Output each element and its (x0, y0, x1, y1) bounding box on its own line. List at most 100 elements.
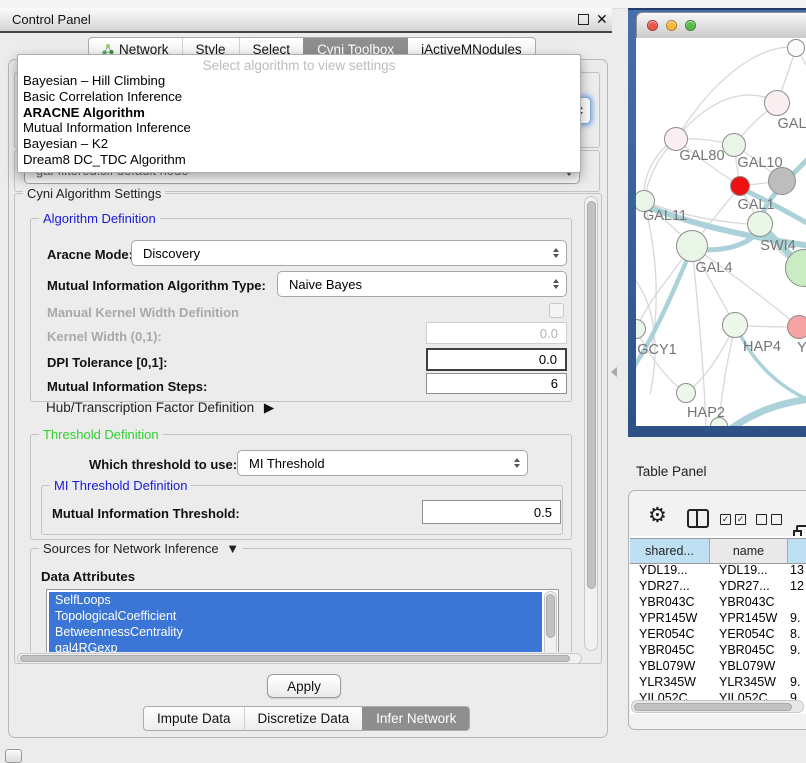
data-attribute-item[interactable]: BetweennessCentrality (49, 624, 542, 640)
mi-steps-label: Mutual Information Steps: (47, 379, 207, 394)
mini-panel-icon[interactable] (5, 749, 22, 763)
tab-label: Infer Network (376, 711, 456, 726)
close-button[interactable] (647, 20, 658, 31)
network-node[interactable] (676, 383, 696, 403)
expand-right-icon: ▶ (264, 400, 274, 415)
network-node[interactable] (730, 176, 750, 196)
dpi-tolerance-field[interactable]: 0.0 (426, 348, 567, 371)
apply-button[interactable]: Apply (267, 674, 341, 698)
table-cell: 8. (788, 627, 806, 641)
algorithm-option[interactable]: Bayesian – K2 (18, 136, 580, 152)
data-attribute-item[interactable]: TopologicalCoefficient (49, 608, 542, 624)
sources-title[interactable]: Sources for Network Inference ▼ (39, 541, 243, 556)
algorithm-option[interactable]: ARACNE Algorithm (18, 105, 580, 121)
kernel-width-field[interactable]: 0.0 (426, 322, 567, 344)
network-node[interactable] (636, 319, 646, 339)
table-cell: 12 (788, 579, 806, 593)
sources-group: Sources for Network Inference ▼ Data Att… (30, 548, 572, 652)
network-node[interactable] (787, 315, 806, 339)
network-window-titlebar[interactable] (636, 12, 806, 40)
network-node[interactable] (785, 249, 806, 287)
combo-stepper-icon (553, 241, 559, 265)
table-cell: YDR27... (710, 579, 788, 593)
mi-type-label: Mutual Information Algorithm Type: (47, 278, 266, 293)
network-view-window: GALGAL80GAL10GAL1GAL11SWI4GAL4HAP4YGCY1H… (628, 8, 806, 437)
network-node[interactable] (768, 167, 796, 195)
column-header[interactable] (788, 539, 806, 563)
attribute-items: SelfLoopsTopologicalCoefficientBetweenne… (49, 592, 542, 652)
application-window: Control Panel ✕ NetworkStyleSelectCyni T… (0, 0, 806, 762)
data-attributes-label: Data Attributes (41, 569, 135, 584)
table-row[interactable]: YDR27...YDR27...12 (630, 578, 806, 594)
column-header[interactable]: name (710, 539, 788, 563)
float-window-icon[interactable] (578, 14, 589, 25)
bottom-tabs: Impute Data Discretize Data Infer Network (143, 706, 470, 731)
combo-stepper-icon (514, 451, 520, 475)
hub-definition-toggle[interactable]: Hub/Transcription Factor Definition ▶ (46, 400, 274, 416)
close-icon[interactable]: ✕ (596, 10, 608, 28)
table-body: YDL19...YDL19...13YDR27...YDR27...12YBR0… (630, 562, 806, 706)
split-pane-divider-icon[interactable] (611, 367, 617, 377)
unchecked-boxes-icon[interactable] (756, 514, 782, 525)
algorithm-option[interactable]: Mutual Information Inference (18, 120, 580, 136)
group-title: Algorithm Definition (39, 211, 160, 226)
node-label: GAL4 (695, 260, 732, 276)
algorithm-option[interactable]: Dream8 DC_TDC Algorithm (18, 152, 580, 168)
tab-label: Impute Data (157, 711, 231, 726)
table-cell: YBL079W (710, 659, 788, 673)
table-panel-title: Table Panel (636, 464, 707, 479)
node-label: GAL80 (679, 148, 724, 164)
algorithm-option[interactable]: Basic Correlation Inference (18, 89, 580, 105)
table-row[interactable]: YBR045CYBR045C9. (630, 642, 806, 658)
table-cell: 9. (788, 643, 806, 657)
network-node[interactable] (722, 133, 746, 157)
table-row[interactable]: YPR145WYPR145W9. (630, 610, 806, 626)
network-node[interactable] (722, 312, 748, 338)
dropdown-placeholder: Select algorithm to view settings (18, 58, 580, 73)
table-row[interactable]: YBL079WYBL079W (630, 658, 806, 674)
table-horizontal-scrollbar[interactable] (631, 700, 804, 713)
tab-infer-network[interactable]: Infer Network (362, 707, 469, 730)
aracne-mode-combo[interactable]: Discovery (131, 240, 567, 266)
node-label: HAP4 (743, 339, 781, 355)
list-scrollbar[interactable] (544, 591, 557, 652)
which-threshold-label: Which threshold to use: (89, 457, 237, 472)
kernel-width-label: Kernel Width (0,1): (47, 329, 162, 344)
mi-threshold-field[interactable]: 0.5 (422, 500, 561, 524)
algorithm-definition-group: Algorithm Definition Aracne Mode: Discov… (30, 218, 572, 402)
network-canvas[interactable]: GALGAL80GAL10GAL1GAL11SWI4GAL4HAP4YGCY1H… (636, 38, 806, 426)
table-cell: YBL079W (630, 659, 710, 673)
table-header-row: shared...name (630, 538, 806, 564)
data-attribute-item[interactable]: gal4RGexp (49, 640, 542, 652)
mi-algorithm-type-combo[interactable]: Naive Bayes (277, 271, 567, 297)
network-node[interactable] (747, 211, 773, 237)
table-row[interactable]: YLR345WYLR345W9. (630, 674, 806, 690)
table-cell: 13 (788, 563, 806, 577)
network-nodes-layer: GALGAL80GAL10GAL1GAL11SWI4GAL4HAP4YGCY1H… (636, 38, 806, 426)
data-attribute-item[interactable]: SelfLoops (49, 592, 542, 608)
table-row[interactable]: YER054CYER054C8. (630, 626, 806, 642)
node-label: GAL11 (643, 208, 687, 224)
zoom-button[interactable] (685, 20, 696, 31)
column-header[interactable]: shared... (630, 539, 710, 563)
gear-icon[interactable]: ⚙ (648, 505, 667, 526)
table-row[interactable]: YDL19...YDL19...13 (630, 562, 806, 578)
network-node[interactable] (787, 39, 805, 57)
checked-boxes-icon[interactable]: ✓✓ (720, 514, 746, 525)
table-row[interactable]: YBR043CYBR043C (630, 594, 806, 610)
algorithm-option[interactable]: Bayesian – Hill Climbing (18, 73, 580, 89)
tab-label: Discretize Data (258, 711, 350, 726)
network-node[interactable] (764, 90, 790, 116)
dpi-tolerance-label: DPI Tolerance [0,1]: (47, 355, 167, 370)
network-node[interactable] (676, 230, 708, 262)
tab-discretize-data[interactable]: Discretize Data (244, 707, 363, 730)
minimize-button[interactable] (666, 20, 677, 31)
network-node[interactable] (710, 417, 728, 426)
settings-horizontal-scrollbar[interactable] (17, 653, 582, 664)
which-threshold-combo[interactable]: MI Threshold (237, 450, 528, 476)
manual-kernel-checkbox[interactable] (549, 303, 564, 318)
tab-impute-data[interactable]: Impute Data (144, 707, 244, 730)
split-columns-icon[interactable] (687, 509, 709, 528)
settings-vertical-scrollbar[interactable] (584, 196, 598, 651)
mi-steps-field[interactable]: 6 (426, 373, 567, 394)
